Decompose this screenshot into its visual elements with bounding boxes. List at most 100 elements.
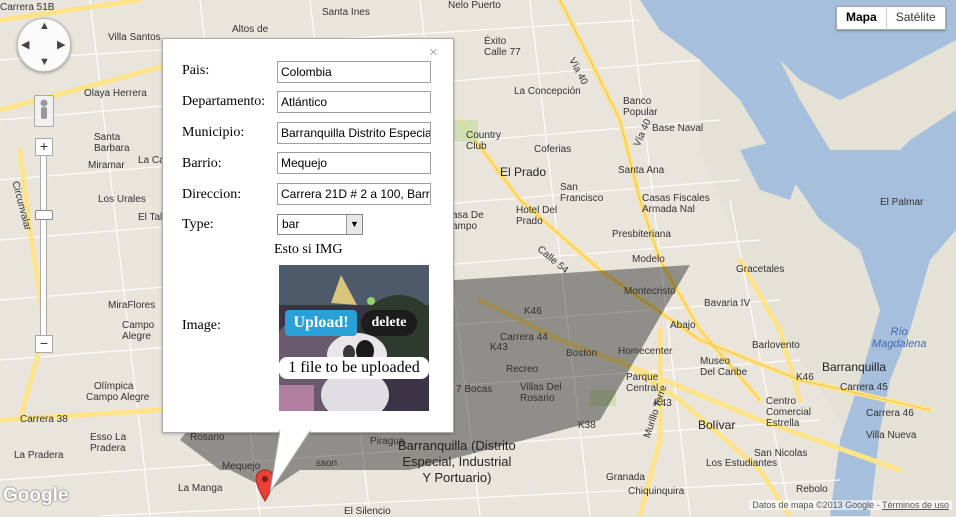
municipality-field[interactable]: Barranquilla Distrito Especial: [277, 122, 431, 144]
image-label: Image:: [182, 318, 221, 333]
label-carrera45: Carrera 45: [840, 382, 888, 393]
select-arrow-icon[interactable]: ▼: [346, 215, 362, 234]
label-la-manga: La Manga: [178, 483, 223, 494]
label-villa-santos: Villa Santos: [108, 32, 161, 43]
label-santa-ines: Santa Ines: [322, 7, 370, 18]
address-field[interactable]: Carrera 21D # 2 a 100, Barranquilla: [277, 183, 431, 205]
label-hotel-del-prado: Hotel Del Prado: [516, 205, 558, 227]
label-bolivar: Bolívar: [698, 418, 736, 432]
label-esso: Esso La Pradera: [90, 432, 127, 454]
label-campo-alegre-2: Campo Alegre: [86, 392, 150, 403]
pan-down-icon[interactable]: ▼: [39, 56, 50, 68]
label-el-tal: El Tal: [138, 212, 163, 223]
image-caption: Esto si IMG: [274, 242, 343, 257]
label-granada: Granada: [606, 472, 645, 483]
label-carrera38: Carrera 38: [20, 414, 68, 425]
label-el-prado: El Prado: [500, 165, 547, 179]
label-coferias: Coferias: [534, 144, 572, 155]
label-centro-comercial: Centro Comercial Estrella: [766, 396, 812, 429]
address-label: Direccion:: [182, 187, 242, 202]
label-homecenter: Homecenter: [618, 346, 673, 357]
map-type-map-button[interactable]: Mapa: [837, 7, 887, 29]
label-modelo: Modelo: [632, 254, 665, 265]
label-villas-del-rosario: Villas Del Rosario: [520, 382, 562, 404]
label-campo-alegre: Campo Alegre: [122, 320, 155, 342]
label-santa-ana: Santa Ana: [618, 165, 665, 176]
label-altos-de: Altos de: [232, 24, 269, 35]
label-el-silencio: El Silencio: [344, 506, 391, 517]
zoom-out-button[interactable]: −: [35, 335, 53, 353]
label-museo-del-caribe: Museo Del Caribe: [700, 356, 748, 378]
label-casa-de-campo: asa De ampo: [452, 210, 484, 232]
label-santa-barbara: Santa Barbara: [94, 132, 130, 154]
label-gracetales: Gracetales: [736, 264, 785, 275]
type-label: Type:: [182, 217, 214, 232]
delete-button[interactable]: delete: [361, 310, 417, 336]
label-presbiteriana: Presbiteriana: [612, 229, 671, 240]
label-chiquinquira: Chiquinquira: [628, 486, 685, 497]
zoom-in-button[interactable]: +: [35, 138, 53, 156]
department-field[interactable]: Atlántico: [277, 91, 431, 113]
label-san-francisco: San Francisco: [560, 182, 604, 204]
type-select[interactable]: bar ▼: [277, 214, 363, 235]
label-los-estudiantes: Los Estudiantes: [706, 458, 778, 469]
upload-button[interactable]: Upload!: [285, 310, 357, 336]
close-icon[interactable]: ×: [429, 44, 438, 61]
label-barranquilla-distrito: Barranquilla (Distrito Especial, Industr…: [398, 438, 516, 485]
label-olimpica: Olímpica: [94, 381, 134, 392]
label-la-ca: La Ca: [138, 155, 165, 166]
terms-link[interactable]: Términos de uso: [882, 500, 949, 510]
label-rosario: Rosario: [190, 432, 225, 443]
label-7-bocas: 7 Bocas: [456, 384, 493, 395]
label-montecristo: Montecristo: [624, 286, 676, 297]
label-miraflores: MiraFlores: [108, 300, 156, 311]
label-la-concepcion: La Concepción: [514, 86, 581, 97]
image-preview: [279, 265, 429, 411]
label-k46: K46: [524, 306, 542, 317]
municipality-label: Municipio:: [182, 125, 245, 140]
pan-up-icon[interactable]: ▲: [39, 20, 50, 32]
label-k38: K38: [578, 420, 596, 431]
label-nelo-puerto: Nelo Puerto: [448, 0, 501, 11]
pegman-icon[interactable]: [34, 95, 54, 127]
label-casas-fiscales: Casas Fiscales Armada Nal: [642, 193, 710, 215]
label-el-palmar: El Palmar: [880, 197, 924, 208]
neighborhood-label: Barrio:: [182, 156, 222, 171]
label-villa-nueva: Villa Nueva: [866, 430, 917, 441]
map-type-satellite-button[interactable]: Satélite: [887, 7, 945, 29]
label-rebolo: Rebolo: [796, 484, 828, 495]
country-label: Pais:: [182, 63, 210, 78]
pan-left-icon[interactable]: ◀: [21, 38, 29, 51]
info-window-tail: [270, 430, 338, 493]
label-los-urales: Los Urales: [98, 194, 146, 205]
google-logo: Google: [3, 485, 69, 506]
files-status: 1 file to be uploaded: [279, 357, 429, 379]
label-banco-popular: Banco Popular: [623, 96, 658, 118]
map-type-control[interactable]: Mapa Satélite: [836, 6, 946, 30]
pan-right-icon[interactable]: ▶: [57, 38, 65, 51]
label-barlovento: Barlovento: [752, 340, 800, 351]
label-carrera51b: Carrera 51B: [0, 2, 55, 13]
label-abajo: Abajo: [670, 320, 696, 331]
label-la-pradera: La Pradera: [14, 450, 64, 461]
label-recreo: Recreo: [506, 364, 539, 375]
label-country-club: Country Club: [466, 130, 502, 152]
label-k46b: K46: [796, 372, 814, 383]
label-base-naval: Base Naval: [652, 123, 704, 134]
zoom-slider-thumb[interactable]: [35, 210, 53, 220]
map-attribution: Datos de mapa ©2013 Google - Términos de…: [749, 500, 952, 510]
type-select-value: bar: [282, 217, 300, 231]
label-parque-central: Parque Central: [626, 372, 659, 394]
label-exito: Éxito Calle 77: [484, 36, 521, 58]
label-rio-magdalena: Río Magdalena: [872, 326, 927, 350]
country-field[interactable]: Colombia: [277, 61, 431, 83]
zoom-slider-track[interactable]: [40, 155, 47, 337]
label-san-nicolas: San Nicolas: [754, 448, 808, 459]
label-carrera46: Carrera 46: [866, 408, 914, 419]
neighborhood-field[interactable]: Mequejo: [277, 152, 431, 174]
label-barranquilla: Barranquilla: [822, 360, 887, 374]
pan-control[interactable]: ▲ ▼ ◀ ▶: [17, 18, 71, 72]
label-bavaria: Bavaria IV: [704, 298, 751, 309]
label-olaya-herrera: Olaya Herrera: [84, 88, 147, 99]
attribution-text: Datos de mapa ©2013 Google -: [752, 500, 882, 510]
